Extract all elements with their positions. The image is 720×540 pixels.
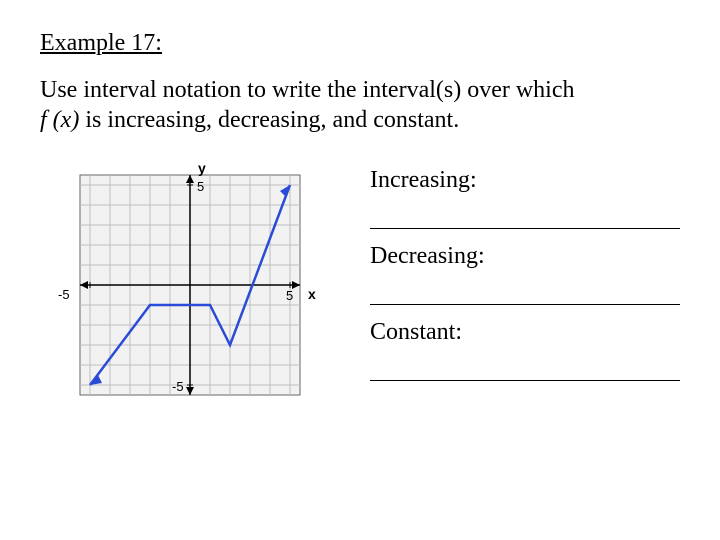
coordinate-graph: y x 5 -5 -5 5: [40, 155, 340, 435]
increasing-label: Increasing:: [370, 167, 680, 194]
example-title: Example 17:: [40, 30, 680, 57]
x-tick-neg: -5: [58, 287, 70, 302]
increasing-blank[interactable]: [370, 200, 680, 229]
y-axis-label: y: [198, 160, 206, 176]
prompt-line-2: is increasing, decreasing, and constant.: [79, 107, 459, 133]
decreasing-label: Decreasing:: [370, 243, 680, 270]
constant-blank[interactable]: [370, 352, 680, 381]
answers-column: Increasing: Decreasing: Constant:: [370, 155, 680, 395]
y-tick-neg: -5: [172, 379, 184, 394]
decreasing-blank[interactable]: [370, 276, 680, 305]
constant-label: Constant:: [370, 319, 680, 346]
x-axis-label: x: [308, 286, 316, 302]
function-notation: f (x): [40, 107, 79, 133]
graph-container: y x 5 -5 -5 5: [40, 155, 340, 435]
y-tick-pos: 5: [197, 179, 204, 194]
x-tick-pos: 5: [286, 288, 293, 303]
prompt-text: Use interval notation to write the inter…: [40, 75, 680, 135]
prompt-line-1: Use interval notation to write the inter…: [40, 77, 575, 103]
